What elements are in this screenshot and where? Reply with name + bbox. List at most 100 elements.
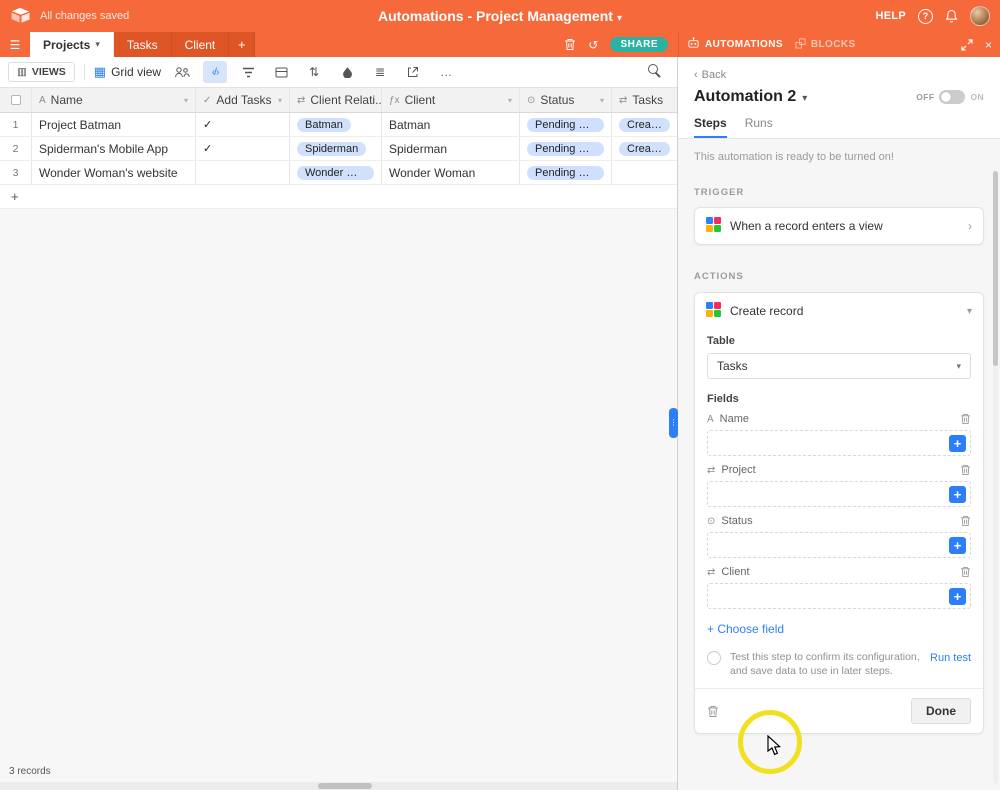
panel-resize-handle[interactable]: ⋮ [669,408,678,438]
app-logo-icon[interactable] [10,7,32,26]
cell-name[interactable]: Project Batman [32,113,196,136]
panel-scrollbar[interactable] [993,171,998,784]
panel-scrollbar-thumb[interactable] [993,171,998,366]
status-pill[interactable]: Pending Start [527,117,604,132]
column-header-status[interactable]: ⊙ Status ▾ [520,88,612,112]
insert-value-button[interactable]: + [949,587,966,605]
header-checkbox-cell[interactable] [0,88,32,112]
automations-tab[interactable]: AUTOMATIONS [687,37,783,52]
linked-record-pill[interactable]: Wonder Woman [297,165,374,180]
row-number[interactable]: 1 [0,113,32,136]
cell-name[interactable]: Spiderman's Mobile App [32,137,196,160]
cell-tasks[interactable]: Create local ve [612,137,677,160]
remove-field-trash-icon[interactable] [960,566,971,578]
help-button[interactable]: HELP [875,10,906,22]
row-height-icon[interactable]: ≣ [368,61,392,83]
cell-client[interactable]: Batman [382,113,520,136]
column-caret-down-icon[interactable]: ▾ [278,96,282,105]
column-header-add-tasks[interactable]: ✓ Add Tasks ▾ [196,88,290,112]
automation-toggle[interactable] [939,90,966,104]
cell-status[interactable]: Pending Start [520,113,612,136]
choose-field-link[interactable]: + Choose field [707,622,971,636]
add-record-row[interactable]: + [0,185,677,209]
sort-icon[interactable]: ⇅ [302,61,326,83]
search-button[interactable] [648,64,661,80]
column-header-client-relation[interactable]: ⇄ Client Relati... ▾ [290,88,382,112]
cell-tasks[interactable]: Create local ve [612,113,677,136]
group-icon[interactable] [269,61,293,83]
cell-client[interactable]: Wonder Woman [382,161,520,184]
title-caret-down-icon[interactable]: ▾ [617,13,622,24]
tab-client[interactable]: Client [171,32,230,57]
filter-icon[interactable] [236,61,260,83]
share-button[interactable]: SHARE [610,37,668,52]
done-button[interactable]: Done [911,698,971,725]
tab-caret-down-icon[interactable]: ▾ [95,39,100,50]
color-icon[interactable] [335,61,359,83]
insert-value-button[interactable]: + [949,536,966,554]
row-number[interactable]: 3 [0,161,32,184]
cell-client-relation[interactable]: Wonder Woman [290,161,382,184]
cell-client-relation[interactable]: Batman [290,113,382,136]
linked-record-pill[interactable]: Spiderman [297,141,367,156]
cell-client-relation[interactable]: Spiderman [290,137,382,160]
blocks-tab[interactable]: BLOCKS [795,37,856,52]
hamburger-menu-icon[interactable]: ☰ [0,32,30,57]
linked-record-pill[interactable]: Batman [297,117,351,132]
cell-add-tasks[interactable]: ✓ [196,137,290,160]
delete-action-trash-icon[interactable] [707,705,719,718]
linked-record-pill[interactable]: Create local ve [619,117,670,132]
insert-value-button[interactable]: + [949,434,966,452]
column-caret-down-icon[interactable]: ▾ [508,96,512,105]
status-pill[interactable]: Pending Start [527,141,604,156]
field-value-input[interactable]: + [707,430,971,456]
trash-icon[interactable] [564,38,576,51]
cell-client[interactable]: Spiderman [382,137,520,160]
tab-tasks[interactable]: Tasks [113,32,172,57]
run-test-link[interactable]: Run test [930,651,971,666]
more-icon[interactable]: … [434,61,458,83]
status-pill[interactable]: Pending Start [527,165,604,180]
field-value-input[interactable]: + [707,481,971,507]
checkbox-checked-icon[interactable]: ✓ [203,118,212,131]
row-number[interactable]: 2 [0,137,32,160]
question-icon[interactable]: ? [918,8,933,24]
column-header-tasks[interactable]: ⇄ Tasks [612,88,677,112]
collaborators-icon[interactable] [170,61,194,83]
horizontal-scrollbar-thumb[interactable] [318,783,372,789]
column-caret-down-icon[interactable]: ▾ [184,96,188,105]
remove-field-trash-icon[interactable] [960,413,971,425]
bell-icon[interactable] [945,9,958,23]
window-title[interactable]: Automations - Project Management [378,8,613,24]
horizontal-scrollbar[interactable] [0,782,677,790]
linked-record-pill[interactable]: Create local ve [619,141,670,156]
share-view-icon[interactable] [401,61,425,83]
back-link[interactable]: ‹ Back [678,57,1000,81]
action-card-header[interactable]: Create record ▾ [695,293,983,329]
grid-view-button[interactable]: ▦ Grid view [94,64,161,80]
tab-runs[interactable]: Runs [745,116,773,138]
checkbox-checked-icon[interactable]: ✓ [203,142,212,155]
cell-name[interactable]: Wonder Woman's website [32,161,196,184]
field-value-input[interactable]: + [707,532,971,558]
column-header-name[interactable]: A Name ▾ [32,88,196,112]
cell-status[interactable]: Pending Start [520,137,612,160]
cell-add-tasks[interactable] [196,161,290,184]
chevron-right-icon[interactable]: › [968,219,972,233]
cell-add-tasks[interactable]: ✓ [196,113,290,136]
views-button[interactable]: ▥ VIEWS [8,62,75,82]
table-select[interactable]: Tasks ▾ [707,353,971,379]
expand-icon[interactable] [961,38,973,51]
tab-projects[interactable]: Projects ▾ [30,32,114,57]
chevron-down-icon[interactable]: ▾ [967,306,972,317]
select-all-checkbox[interactable] [10,95,21,105]
field-value-input[interactable]: + [707,583,971,609]
trigger-card[interactable]: When a record enters a view › [694,207,984,245]
remove-field-trash-icon[interactable] [960,464,971,476]
user-avatar[interactable] [970,6,990,26]
add-record-plus-icon[interactable]: + [11,189,19,204]
automation-title[interactable]: Automation 2 ▾ [694,88,807,106]
title-caret-down-icon[interactable]: ▾ [802,93,807,104]
close-panel-icon[interactable]: × [985,38,992,52]
history-icon[interactable]: ↺ [588,38,598,52]
